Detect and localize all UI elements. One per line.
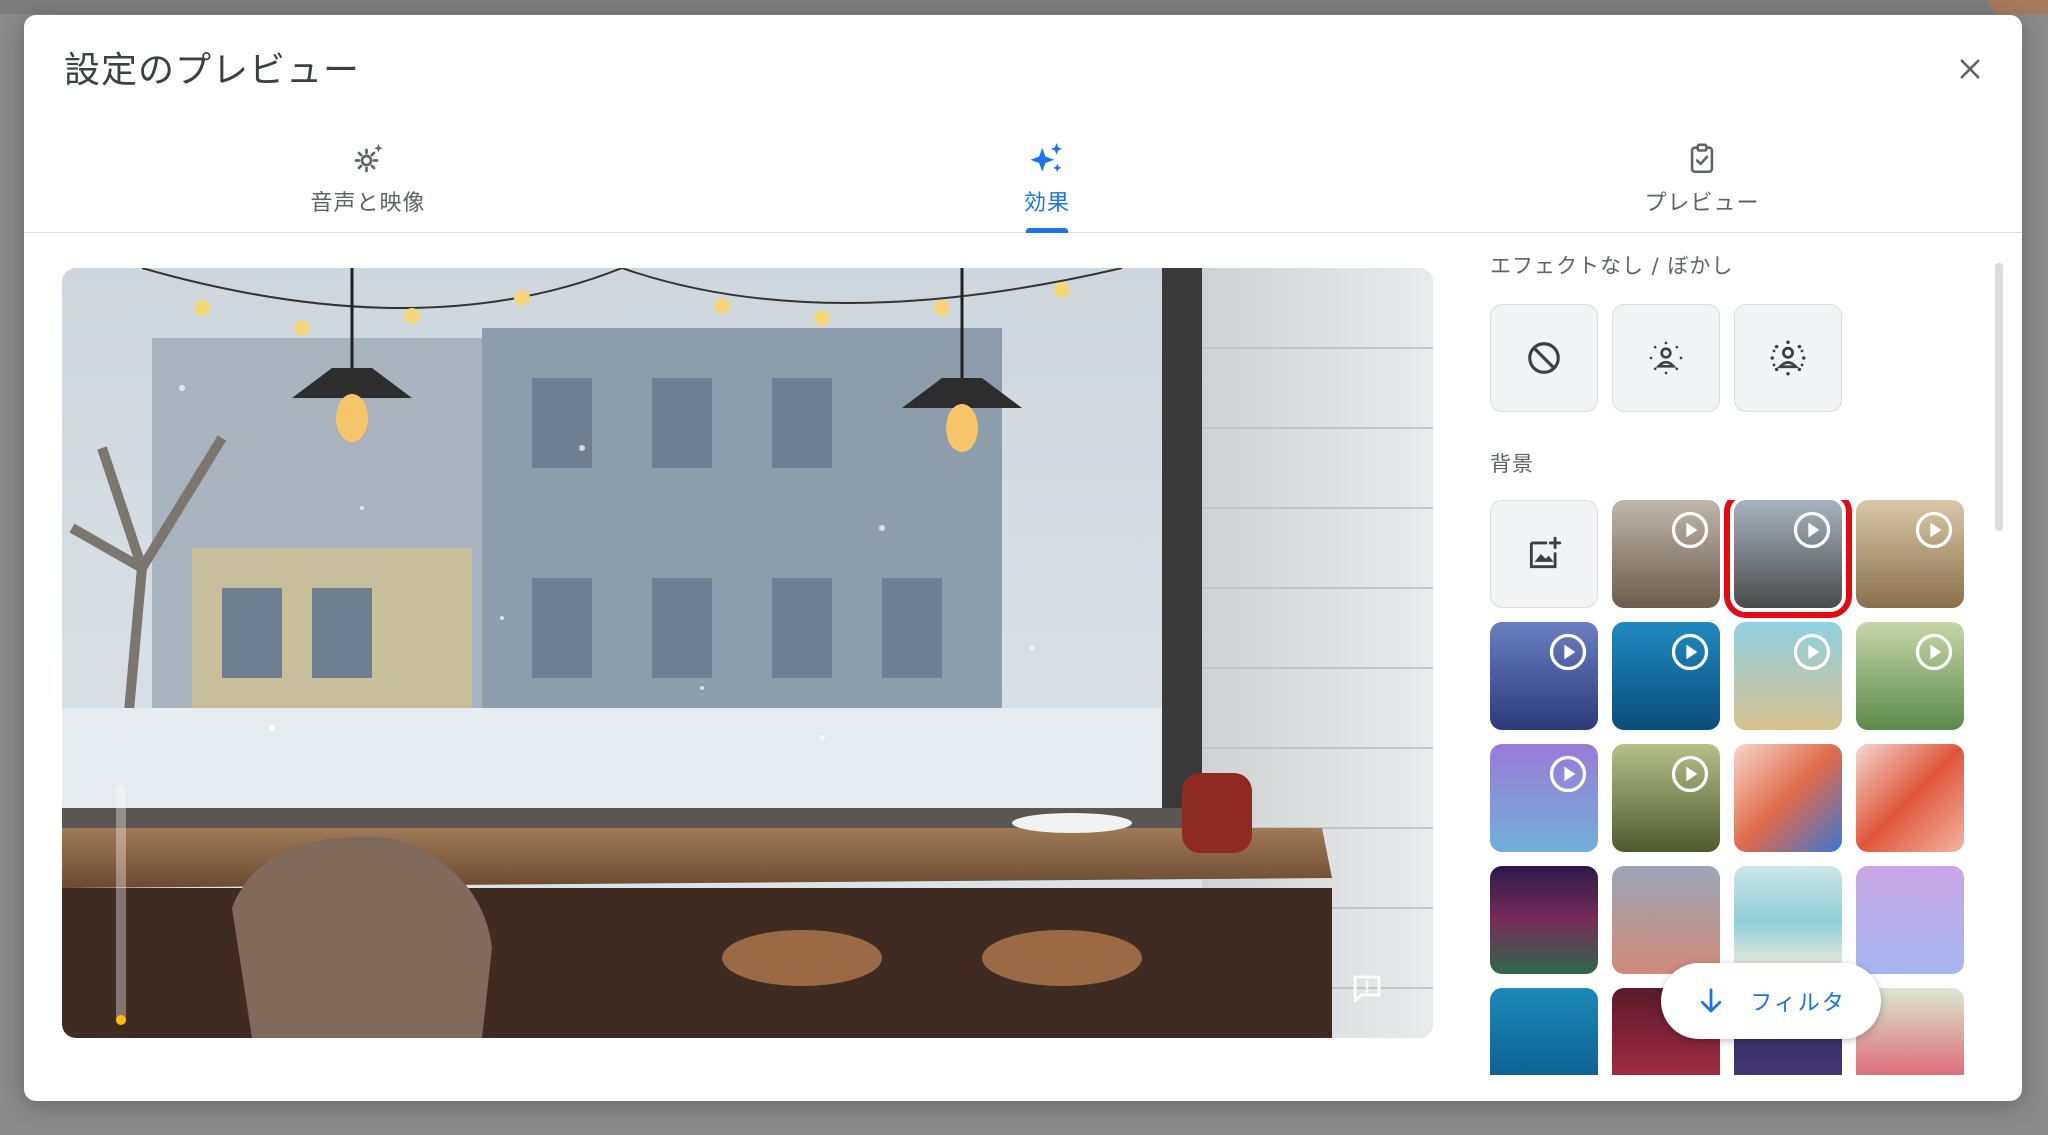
background-tile-illustration-dragon[interactable]	[1856, 744, 1964, 852]
effects-row	[1490, 304, 1990, 412]
backgrounds-section-label: 背景	[1490, 452, 1534, 476]
tab-label: 効果	[1023, 191, 1070, 216]
tab-effects[interactable]: 効果	[927, 125, 1167, 233]
tab-bar: 音声と映像 効果 プレビュー	[24, 125, 2022, 233]
background-tile-beach[interactable]	[1734, 622, 1842, 730]
background-tile-water[interactable]	[1490, 988, 1598, 1075]
add-image-icon	[1529, 536, 1562, 569]
tab-audio-video[interactable]: 音声と映像	[248, 125, 488, 233]
slight-blur-button[interactable]	[1612, 304, 1720, 412]
settings-preview-dialog: 設定のプレビュー 音声と映像 効果 プレビュー エフェクトなし / ぼかし 背景…	[24, 15, 2022, 1101]
tab-label: プレビュー	[1644, 191, 1760, 216]
play-icon	[1793, 633, 1831, 671]
background-tile-spaceship[interactable]	[1490, 622, 1598, 730]
background-tile-pastel-clouds[interactable]	[1856, 866, 1964, 974]
animated-sparkle-icon	[1793, 511, 1831, 549]
blur-button[interactable]	[1734, 304, 1842, 412]
upload-background-button[interactable]	[1490, 500, 1598, 608]
filter-button[interactable]: フィルタ	[1661, 963, 1881, 1039]
play-icon	[1549, 755, 1587, 793]
settings-sparkle-icon	[354, 144, 383, 173]
clipboard-check-icon	[1690, 143, 1714, 174]
effects-panel: エフェクトなし / ぼかし 背景	[1490, 250, 1990, 1075]
no-effect-button[interactable]	[1490, 304, 1598, 412]
tab-preview[interactable]: プレビュー	[1582, 125, 1822, 233]
background-tile-classroom[interactable]	[1856, 622, 1964, 730]
background-tile-cafe-books[interactable]	[1612, 500, 1720, 608]
effects-section-label: エフェクトなし / ぼかし	[1490, 254, 1734, 278]
play-icon	[1671, 755, 1709, 793]
arrow-down-icon	[1701, 988, 1722, 1013]
feedback-button[interactable]	[1346, 968, 1388, 1010]
slight-blur-icon	[1649, 341, 1683, 375]
background-tile-illustration-people[interactable]	[1734, 744, 1842, 852]
dialog-title: 設定のプレビュー	[64, 50, 361, 91]
play-icon	[1915, 633, 1953, 671]
background-tile-underwater[interactable]	[1612, 622, 1720, 730]
play-icon	[1549, 633, 1587, 671]
close-button[interactable]	[1946, 45, 1994, 93]
background-scene-image	[62, 268, 1433, 1038]
sparkle-icon	[1030, 143, 1063, 172]
background-tile-snowy-cafe[interactable]	[1724, 500, 1852, 618]
no-effect-icon	[1528, 342, 1560, 374]
feedback-icon	[1353, 975, 1381, 1003]
animated-sparkle-icon	[1671, 511, 1709, 549]
blur-icon	[1770, 340, 1806, 376]
panel-scrollbar[interactable]	[1995, 263, 2003, 531]
background-tile-cafe-plants[interactable]	[1856, 500, 1964, 608]
audio-level-meter	[116, 785, 126, 1025]
play-icon	[1671, 633, 1709, 671]
video-preview	[62, 268, 1433, 1038]
background-tile-dusk-gradient[interactable]	[1612, 866, 1720, 974]
background-tile-calm-sea[interactable]	[1734, 866, 1842, 974]
audio-level-fill	[116, 1015, 126, 1025]
backdrop-bar	[0, 0, 2048, 14]
filter-button-label: フィルタ	[1750, 991, 1846, 1016]
background-tile-forest[interactable]	[1612, 744, 1720, 852]
close-icon	[1960, 59, 1980, 79]
background-tile-purple-room[interactable]	[1490, 744, 1598, 852]
animated-sparkle-icon	[1915, 511, 1953, 549]
tab-label: 音声と映像	[310, 191, 426, 216]
avatar	[1988, 0, 2048, 14]
active-tab-indicator	[1026, 228, 1068, 233]
background-tile-theater[interactable]	[1490, 866, 1598, 974]
